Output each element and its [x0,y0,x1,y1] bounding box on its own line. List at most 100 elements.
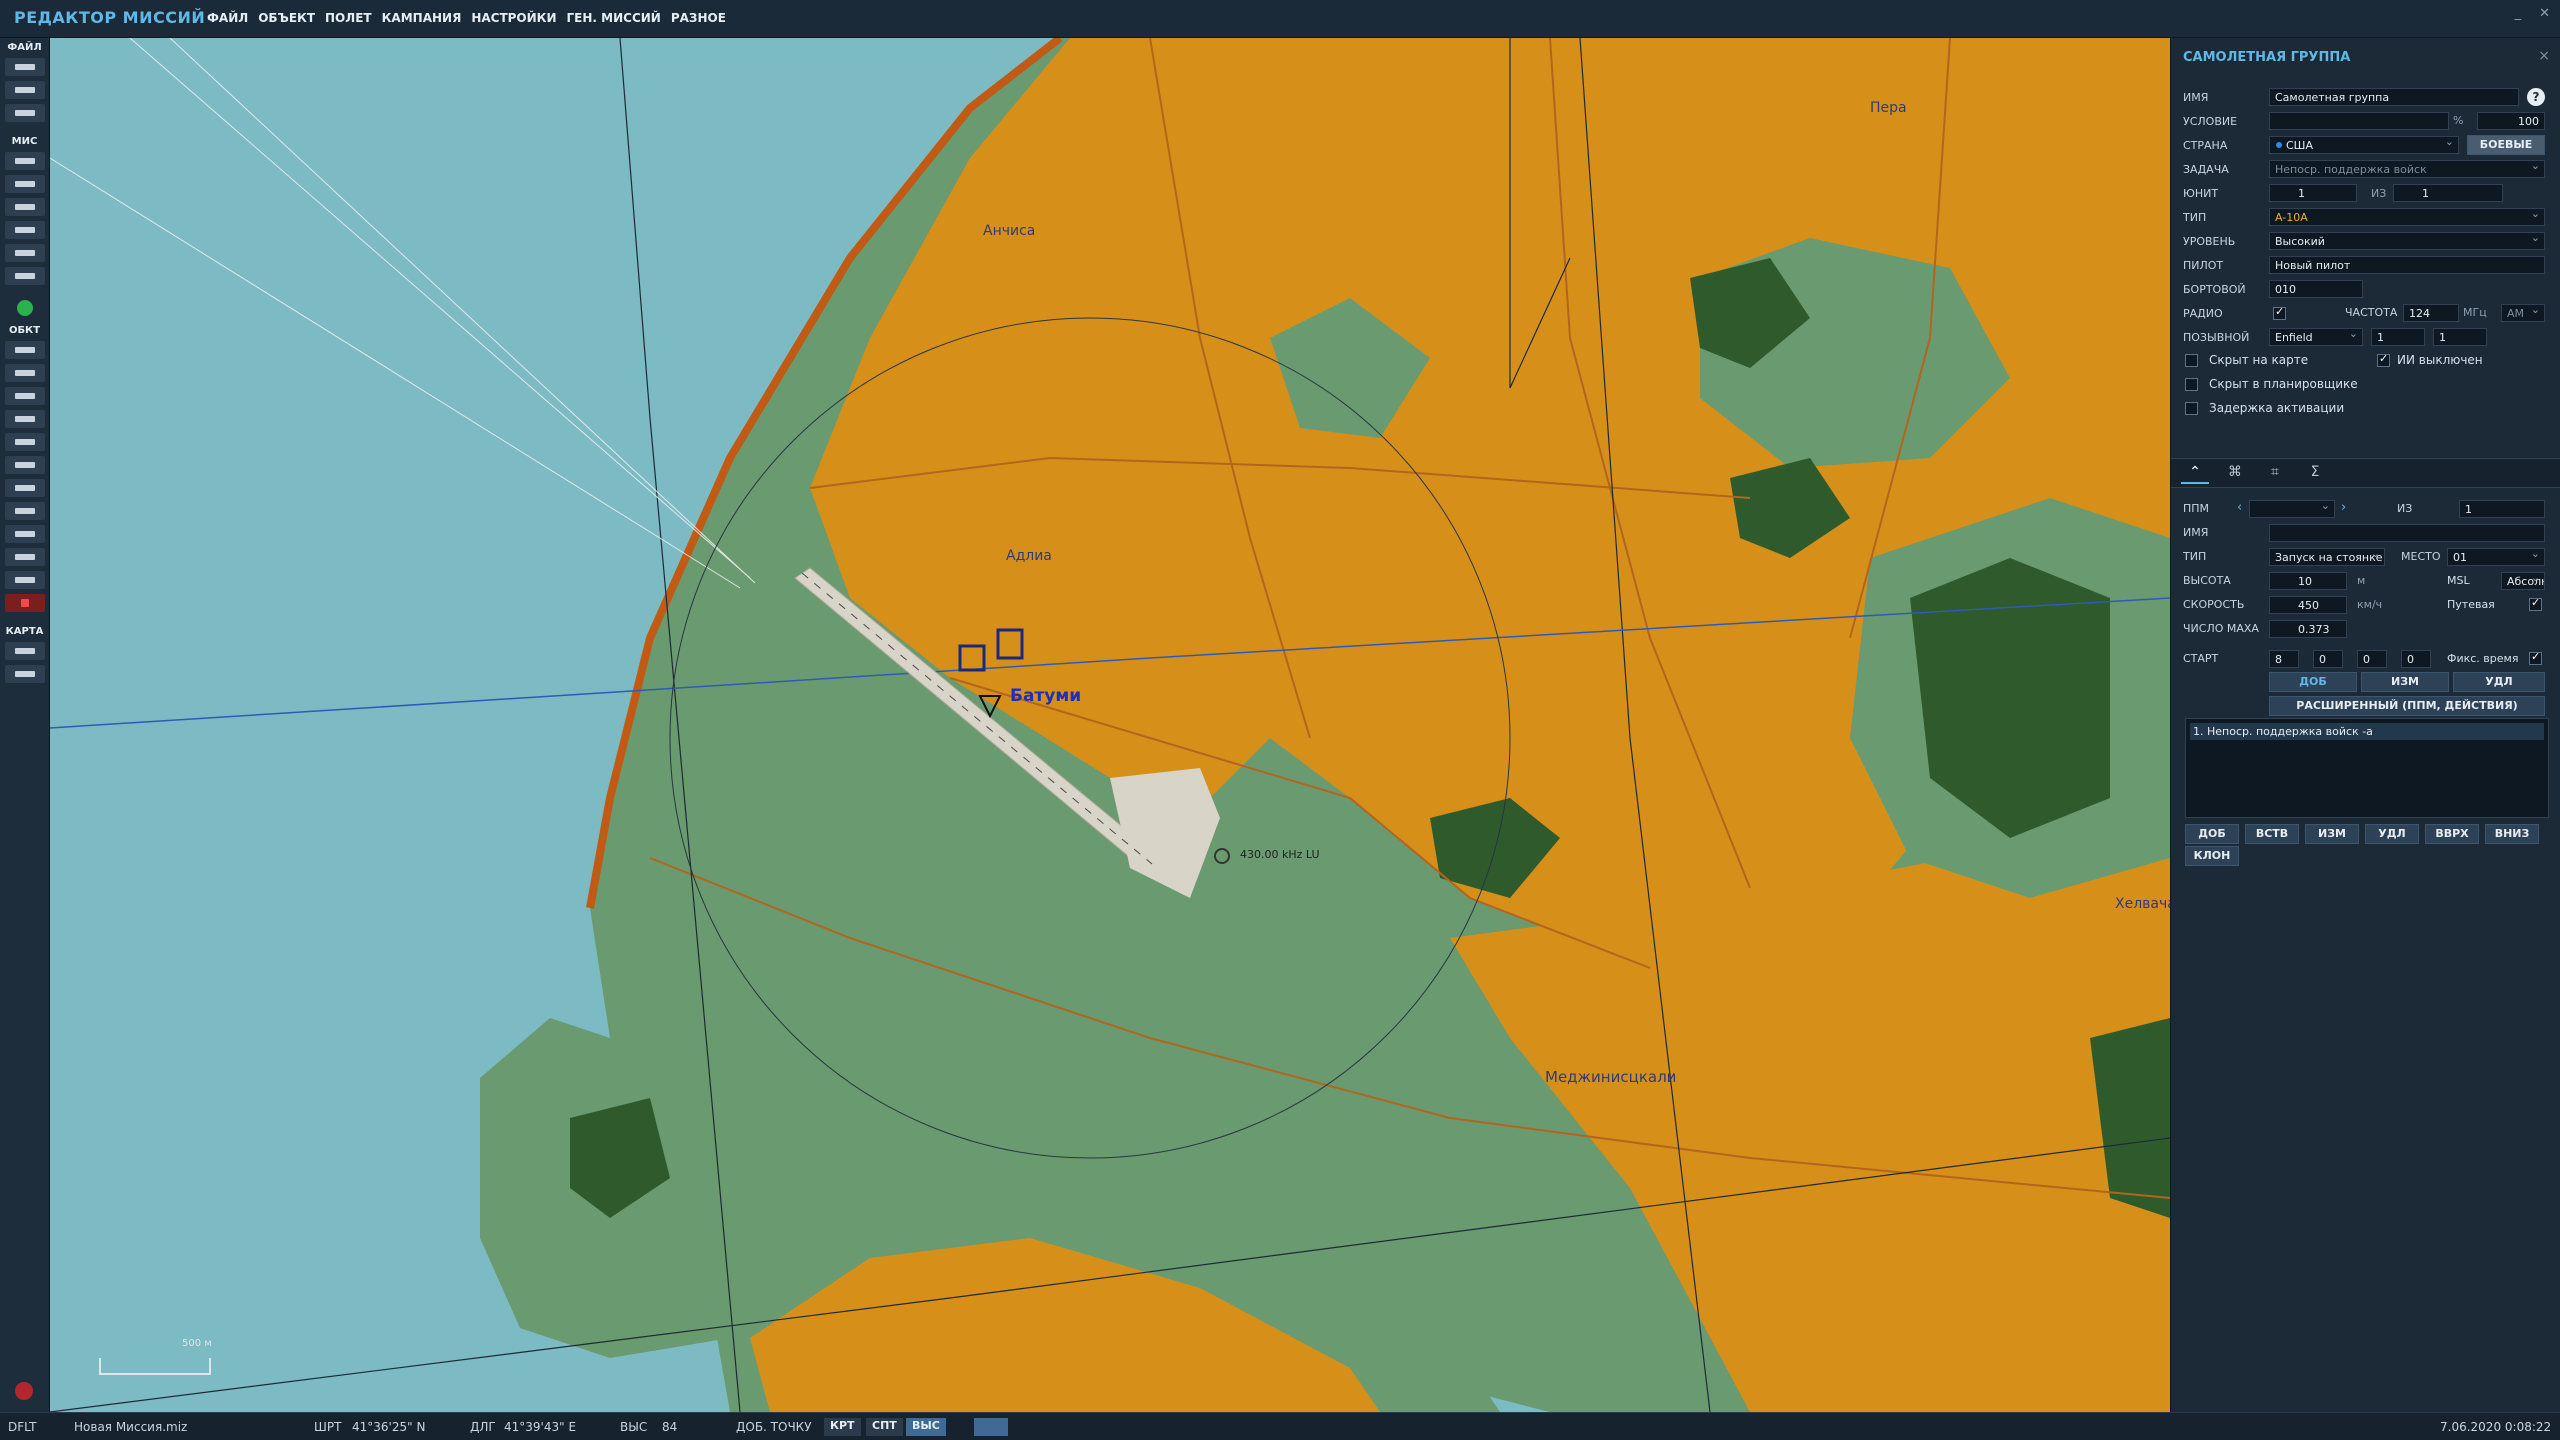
hidden-planner-checkbox[interactable] [2185,378,2198,391]
action-down-button[interactable]: ВНИЗ [2485,824,2539,844]
radio-checkbox[interactable] [2273,305,2286,320]
help-button[interactable]: ? [2527,88,2545,106]
briefing-icon[interactable] [4,152,45,170]
vehicle-icon[interactable] [4,410,45,428]
waypoint-type-select[interactable]: Запуск на стоянке [2269,548,2385,566]
group-name-input[interactable]: Самолетная группа [2269,88,2519,106]
profile-select[interactable]: DFLT [8,1420,37,1434]
tail-number-input[interactable]: 010 [2269,280,2363,298]
airplane-icon[interactable] [4,341,45,359]
parking-select[interactable]: 01 [2447,548,2545,566]
bullseye-icon[interactable] [4,502,45,520]
zone-icon[interactable] [4,479,45,497]
combat-button[interactable]: БОЕВЫЕ [2467,135,2545,155]
action-insert-button[interactable]: ВСТВ [2245,824,2299,844]
condition-input[interactable] [2269,112,2449,130]
targets-tab-icon[interactable]: ⌘ [2221,464,2249,484]
map-label-batumi[interactable]: Батуми [1010,686,1081,706]
action-delete-button[interactable]: УДЛ [2365,824,2419,844]
unit-count-stepper[interactable]: 1 [2393,184,2503,202]
panel-close-button[interactable]: × [2538,48,2550,64]
resources-icon[interactable] [4,221,45,239]
add-point-label[interactable]: ДОБ. ТОЧКУ [736,1420,812,1434]
route-icon[interactable] [4,548,45,566]
skill-select[interactable]: Высокий [2269,232,2545,250]
action-add-button[interactable]: ДОБ [2185,824,2239,844]
delete-icon[interactable] [4,594,45,612]
triggers-icon[interactable] [4,198,45,216]
callsign-select[interactable]: Enfield [2269,328,2363,346]
menu-campaign[interactable]: КАМПАНИЯ [382,11,462,25]
task-select[interactable]: Непоср. поддержка войск [2269,160,2545,178]
map-view[interactable]: Анчиса Адлиа Батуми 430.00 kHz LU Пера М… [50,38,2170,1412]
callsign-flight-number[interactable]: 1 [2433,328,2487,346]
helicopter-icon[interactable] [4,364,45,382]
menu-flight[interactable]: ПОЛЕТ [325,11,372,25]
satellite-mode-button[interactable]: СПТ [866,1418,903,1436]
nav-point-icon[interactable] [4,456,45,474]
route-tab-icon[interactable]: ⌃ [2181,464,2209,484]
new-file-icon[interactable] [4,58,45,76]
mach-stepper[interactable]: 0.373 [2269,620,2347,638]
waypoint-name-input[interactable] [2269,524,2545,542]
payload-tab-icon[interactable]: ⌗ [2261,464,2289,484]
static-icon[interactable] [4,433,45,451]
add-waypoint-button[interactable]: ДОБ [2269,672,2357,692]
frequency-input[interactable]: 124 [2403,304,2459,322]
close-button[interactable]: ✕ [2539,6,2550,21]
altitude-type-select[interactable]: Абсолют [2501,572,2545,590]
modulation-select[interactable]: AM [2501,304,2545,322]
check-icon[interactable] [4,267,45,285]
speed-stepper[interactable]: 450 [2269,596,2347,614]
start-minute-input[interactable]: 0 [2357,650,2387,668]
menu-file[interactable]: ФАЙЛ [207,11,248,25]
actions-list[interactable]: 1. Непоср. поддержка войск -а [2185,718,2549,818]
unit-stepper[interactable]: 1 [2269,184,2357,202]
menu-misc[interactable]: РАЗНОЕ [671,11,726,25]
record-icon[interactable] [15,1382,33,1400]
action-item[interactable]: 1. Непоср. поддержка войск -а [2190,723,2544,740]
ruler-icon[interactable] [4,665,45,683]
advanced-waypoint-button[interactable]: РАСШИРЕННЫЙ (ППМ, ДЕЙСТВИЯ) [2269,696,2545,716]
speed-lock-checkbox[interactable] [2529,596,2542,611]
start-hour-input[interactable]: 0 [2313,650,2343,668]
menu-settings[interactable]: НАСТРОЙКИ [471,11,556,25]
ship-icon[interactable] [4,387,45,405]
goals-icon[interactable] [4,244,45,262]
shapes-icon[interactable] [4,571,45,589]
hidden-map-checkbox[interactable] [2185,354,2198,367]
ai-off-checkbox[interactable] [2377,352,2390,367]
start-day-input[interactable]: 8 [2269,650,2299,668]
menu-mission-gen[interactable]: ГЕН. МИССИЙ [567,11,661,25]
map-canvas[interactable] [50,38,2170,1412]
warehouse-icon[interactable] [4,525,45,543]
start-second-input[interactable]: 0 [2401,650,2431,668]
aircraft-type-select[interactable]: A-10A [2269,208,2545,226]
next-waypoint-icon[interactable]: › [2341,500,2346,515]
summary-tab-icon[interactable]: Σ [2301,464,2329,484]
late-activation-checkbox[interactable] [2185,402,2198,415]
action-clone-button[interactable]: КЛОН [2185,846,2239,866]
map-options-icon[interactable] [4,642,45,660]
minimize-button[interactable]: _ [2515,6,2522,21]
delete-waypoint-button[interactable]: УДЛ [2453,672,2545,692]
open-file-icon[interactable] [4,81,45,99]
map-mode-button[interactable]: КРТ [824,1418,861,1436]
pilot-name-input[interactable]: Новый пилот [2269,256,2545,274]
waypoint-select[interactable] [2249,500,2335,518]
altitude-stepper[interactable]: 10 [2269,572,2347,590]
weather-icon[interactable] [4,175,45,193]
layers-icon[interactable] [974,1418,1008,1436]
edit-waypoint-button[interactable]: ИЗМ [2361,672,2449,692]
fixed-time-checkbox[interactable] [2529,650,2542,665]
altitude-mode-button[interactable]: ВЫС [906,1418,946,1436]
callsign-group-number[interactable]: 1 [2371,328,2425,346]
play-icon[interactable] [5,299,45,317]
menu-object[interactable]: ОБЪЕКТ [258,11,315,25]
action-edit-button[interactable]: ИЗМ [2305,824,2359,844]
probability-stepper[interactable]: 100 [2477,112,2545,130]
save-file-icon[interactable] [4,104,45,122]
prev-waypoint-icon[interactable]: ‹ [2237,500,2242,515]
action-up-button[interactable]: ВВРХ [2425,824,2479,844]
country-select[interactable]: США [2269,136,2459,154]
